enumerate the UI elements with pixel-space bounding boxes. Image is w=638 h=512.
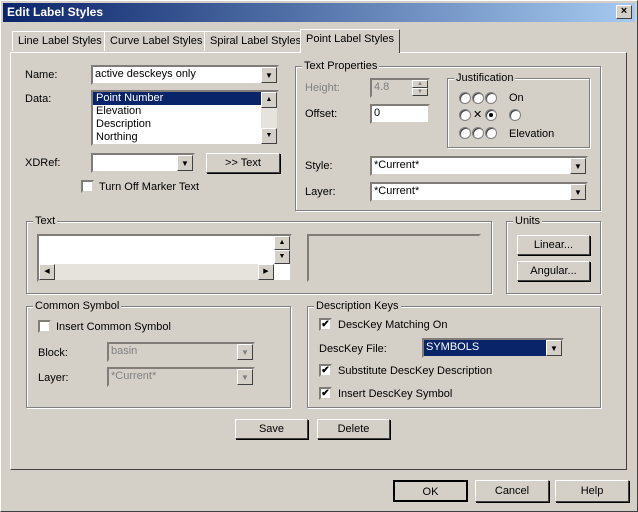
chevron-down-icon[interactable]: ▼ (261, 67, 277, 83)
desckey-file-value: SYMBOLS (426, 341, 480, 353)
justify-middle-right-radio[interactable] (485, 109, 497, 121)
desckey-matching-label: DescKey Matching On (338, 319, 448, 331)
chevron-down-icon[interactable]: ▼ (570, 184, 586, 200)
text-properties-title: Text Properties (302, 60, 380, 72)
angular-button[interactable]: Angular... (517, 261, 590, 281)
offset-input[interactable]: 0 (370, 104, 430, 124)
list-item[interactable]: Description (93, 118, 261, 131)
style-label: Style: (305, 160, 333, 172)
scroll-down-icon[interactable]: ▼ (274, 250, 290, 264)
turn-off-marker-label: Turn Off Marker Text (99, 181, 200, 193)
common-symbol-title: Common Symbol (33, 300, 122, 312)
text-group-title: Text (33, 215, 58, 227)
spin-up-icon: ▲ (412, 80, 428, 88)
elevation-label: Elevation (509, 128, 555, 140)
justify-top-center-radio[interactable] (472, 92, 484, 104)
tab-line-label-styles[interactable]: Line Label Styles (12, 31, 108, 51)
symbol-layer-label: Layer: (38, 372, 69, 384)
dialog-window: Edit Label Styles × Line Label Styles Cu… (0, 0, 638, 512)
symbol-layer-value: *Current* (111, 370, 157, 382)
scroll-up-icon[interactable]: ▲ (274, 236, 290, 250)
insert-common-symbol-checkbox[interactable] (38, 320, 51, 333)
chevron-down-icon: ▼ (237, 369, 253, 385)
text-button[interactable]: >> Text (206, 153, 280, 173)
data-listbox[interactable]: Point Number Elevation Description North… (91, 90, 279, 146)
title-bar: Edit Label Styles × (3, 3, 635, 22)
justification-title: Justification (454, 72, 516, 84)
chevron-down-icon[interactable]: ▼ (546, 340, 562, 356)
justify-middle-left-radio[interactable] (459, 109, 471, 121)
layer-value: *Current* (374, 185, 420, 197)
scroll-left-icon[interactable]: ◀ (39, 264, 55, 280)
description-keys-title: Description Keys (314, 300, 401, 312)
scroll-up-icon[interactable]: ▲ (261, 92, 277, 108)
units-group: Units (506, 215, 601, 294)
insert-desckey-symbol-label: Insert DescKey Symbol (338, 388, 453, 400)
desckey-file-label: DescKey File: (319, 343, 387, 355)
justify-bottom-center-radio[interactable] (472, 127, 484, 139)
desckey-matching-checkbox[interactable]: ✔ (319, 318, 332, 331)
style-dropdown[interactable]: *Current* ▼ (370, 156, 588, 176)
justify-bottom-right-radio[interactable] (485, 127, 497, 139)
scroll-right-icon[interactable]: ▶ (258, 264, 274, 280)
save-button[interactable]: Save (235, 419, 308, 439)
offset-label: Offset: (305, 108, 338, 120)
justify-on-radio[interactable] (509, 109, 521, 121)
linear-button[interactable]: Linear... (517, 235, 590, 255)
horizontal-scrollbar[interactable]: ◀ ▶ (39, 264, 274, 280)
justify-top-left-radio[interactable] (459, 92, 471, 104)
chevron-down-icon[interactable]: ▼ (570, 158, 586, 174)
text-preview-box (307, 234, 481, 282)
tab-spiral-label-styles[interactable]: Spiral Label Styles (204, 31, 308, 51)
xdref-dropdown[interactable]: ▼ (91, 153, 195, 173)
height-label: Height: (305, 82, 340, 94)
cancel-button[interactable]: Cancel (475, 480, 549, 502)
turn-off-marker-checkbox[interactable] (81, 180, 94, 193)
center-x-icon: ✕ (473, 109, 483, 121)
chevron-down-icon[interactable]: ▼ (177, 155, 193, 171)
justify-top-right-radio[interactable] (485, 92, 497, 104)
height-value: 4.8 (374, 81, 390, 93)
tab-curve-label-styles[interactable]: Curve Label Styles (104, 31, 209, 51)
text-editor[interactable]: ▲ ▼ ◀ ▶ (37, 234, 292, 282)
ok-button[interactable]: OK (393, 480, 468, 502)
window-title: Edit Label Styles (7, 5, 104, 19)
units-title: Units (513, 215, 543, 227)
on-label: On (509, 92, 524, 104)
insert-desckey-symbol-checkbox[interactable]: ✔ (319, 387, 332, 400)
close-button[interactable]: × (616, 5, 632, 19)
style-value: *Current* (374, 159, 420, 171)
desckey-file-dropdown[interactable]: SYMBOLS ▼ (422, 338, 564, 358)
substitute-desckey-label: Substitute DescKey Description (338, 365, 493, 377)
list-item[interactable]: Elevation (93, 105, 261, 118)
height-spinner: 4.8 ▲ ▼ (370, 78, 430, 98)
insert-common-symbol-label: Insert Common Symbol (56, 321, 171, 333)
spin-down-icon: ▼ (412, 88, 428, 96)
name-label: Name: (25, 69, 58, 81)
vertical-scrollbar[interactable]: ▲ ▼ (274, 236, 290, 264)
help-button[interactable]: Help (555, 480, 629, 502)
tab-point-label-styles[interactable]: Point Label Styles (300, 29, 401, 53)
list-item[interactable]: Northing (93, 131, 261, 144)
symbol-layer-dropdown: *Current* ▼ (107, 367, 255, 387)
name-dropdown[interactable]: active desckeys only ▼ (91, 65, 279, 85)
list-item[interactable]: Point Number (93, 92, 261, 105)
scroll-down-icon[interactable]: ▼ (261, 128, 277, 144)
name-value: active desckeys only (95, 68, 196, 80)
data-label: Data: (25, 93, 52, 105)
delete-button[interactable]: Delete (317, 419, 390, 439)
layer-dropdown[interactable]: *Current* ▼ (370, 182, 588, 202)
xdref-label: XDRef: (25, 157, 61, 169)
offset-value: 0 (374, 107, 381, 119)
chevron-down-icon: ▼ (237, 344, 253, 360)
block-dropdown: basin ▼ (107, 342, 255, 362)
substitute-desckey-checkbox[interactable]: ✔ (319, 364, 332, 377)
layer-label: Layer: (305, 186, 336, 198)
justify-bottom-left-radio[interactable] (459, 127, 471, 139)
block-label: Block: (38, 347, 68, 359)
block-value: basin (111, 345, 138, 357)
vertical-scrollbar[interactable]: ▲ ▼ (261, 92, 277, 144)
